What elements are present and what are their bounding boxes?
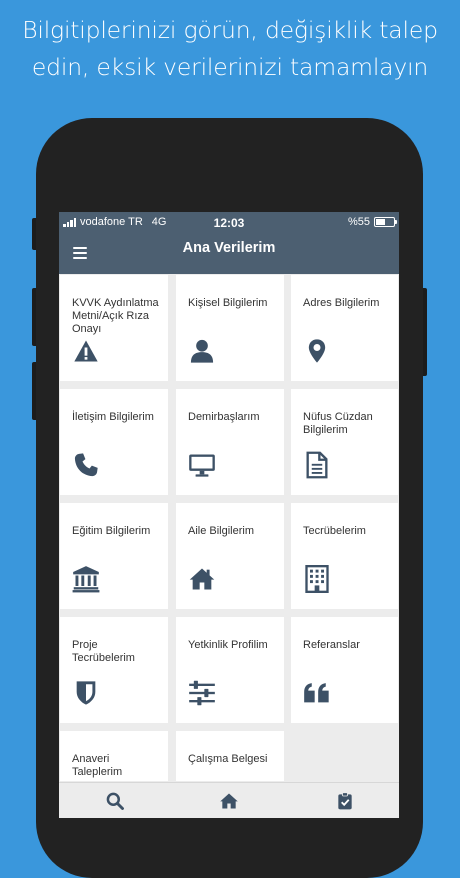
tile[interactable]: KVVK Aydınlatma Metni/Açık Rıza Onayı: [60, 275, 168, 381]
tile-label: KVVK Aydınlatma Metni/Açık Rıza Onayı: [72, 297, 159, 335]
tile[interactable]: Yetkinlik Profilim: [176, 617, 284, 723]
monitor-icon: [188, 451, 216, 479]
tile[interactable]: Referanslar: [291, 617, 398, 723]
map-marker-icon: [303, 337, 331, 365]
tile[interactable]: Nüfus Cüzdan Bilgilerim: [291, 389, 398, 495]
tile-label: Yetkinlik Profilim: [188, 639, 268, 651]
tile[interactable]: Proje Tecrübelerim: [60, 617, 168, 723]
tile-label: Proje Tecrübelerim: [72, 639, 135, 664]
tile-label: Eğitim Bilgilerim: [72, 525, 151, 537]
tile[interactable]: Demirbaşlarım: [176, 389, 284, 495]
institution-icon: [72, 565, 100, 593]
tile-label: Nüfus Cüzdan Bilgilerim: [303, 411, 373, 436]
headline-line-2: edin, eksik verilerinizi tamamlayın: [31, 53, 429, 81]
building-icon: [303, 565, 331, 593]
tile[interactable]: Tecrübelerim: [291, 503, 398, 609]
battery-percent: %55: [347, 216, 370, 228]
tile[interactable]: İletişim Bilgilerim: [60, 389, 168, 495]
tile[interactable]: Anaveri Taleplerim: [60, 731, 168, 781]
phone-icon: [72, 451, 100, 479]
warning-triangle-icon: [72, 337, 100, 365]
tile-label: Adres Bilgilerim: [303, 297, 380, 309]
tile-label: Anaveri Taleplerim: [72, 753, 123, 778]
tile-label: Demirbaşlarım: [188, 411, 260, 423]
tile-label: Kişisel Bilgilerim: [188, 297, 268, 309]
tile-label: Çalışma Belgesi: [188, 753, 268, 765]
home-icon[interactable]: [219, 791, 239, 811]
status-battery: %55: [347, 216, 397, 228]
tile-label: Aile Bilgilerim: [188, 525, 255, 537]
tile[interactable]: Çalışma Belgesi: [176, 731, 284, 781]
tile-label: İletişim Bilgilerim: [72, 411, 154, 423]
tile[interactable]: Eğitim Bilgilerim: [60, 503, 168, 609]
tile[interactable]: Aile Bilgilerim: [176, 503, 284, 609]
tile-grid: KVVK Aydınlatma Metni/Açık Rıza Onayı Kiş…: [60, 275, 398, 781]
document-icon: [303, 451, 331, 479]
shield-icon: [72, 679, 100, 707]
page-title: Ana Verilerim: [182, 240, 276, 256]
tile[interactable]: Adres Bilgilerim: [291, 275, 398, 381]
promo-headline: Bilgitiplerinizi görün, değişiklik talep…: [0, 12, 460, 86]
sliders-icon: [188, 679, 216, 707]
home-icon: [188, 565, 216, 593]
battery-icon: [374, 217, 397, 227]
tile-label: Referanslar: [303, 639, 360, 651]
headline-line-1: Bilgitiplerinizi görün, değişiklik talep: [22, 16, 438, 44]
app-bar: Ana Verilerim: [59, 234, 399, 274]
status-bar: vodafone TR 4G 12:03 %55: [59, 212, 399, 234]
hamburger-menu-icon[interactable]: [73, 247, 87, 259]
tile-label: Tecrübelerim: [303, 525, 366, 537]
quote-icon: [303, 679, 331, 707]
bottom-nav: [59, 782, 399, 818]
clipboard-check-icon[interactable]: [335, 791, 355, 811]
search-icon[interactable]: [105, 791, 125, 811]
tile[interactable]: Kişisel Bilgilerim: [176, 275, 284, 381]
user-icon: [188, 337, 216, 365]
phone-screen: vodafone TR 4G 12:03 %55 Ana Verilerim K…: [59, 212, 399, 818]
